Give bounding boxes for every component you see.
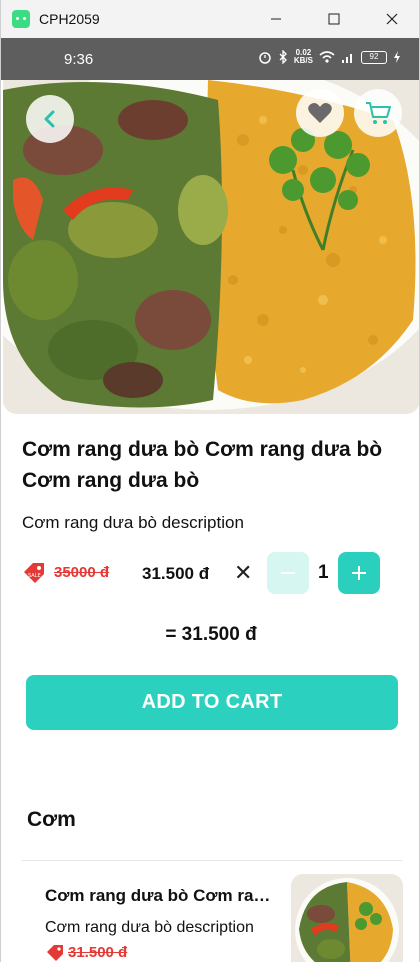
product-title: Cơm rang dưa bò Cơm rang dưa bò Cơm rang… [22, 438, 383, 492]
cart-icon [366, 102, 391, 124]
divider [22, 860, 402, 861]
price-quantity-row: SALE 35000 đ 31.500 đ ✕ 1 [22, 552, 402, 594]
plus-icon [352, 566, 366, 580]
sale-tag-icon: SALE [24, 563, 44, 583]
alarm-icon [259, 52, 271, 64]
close-button[interactable] [363, 0, 419, 38]
app-window: CPH2059 9:36 0.02 KB/S 92 Cơm rang dưa b… [0, 0, 420, 962]
bluetooth-icon [279, 50, 287, 64]
wifi-icon [319, 51, 335, 63]
total-price: = 31.500 đ [165, 624, 257, 645]
chevron-left-icon [44, 110, 55, 128]
quantity-value: 1 [318, 562, 329, 583]
charging-icon [394, 51, 400, 63]
section-title: Cơm [27, 808, 76, 831]
food-thumbnail [291, 874, 403, 962]
related-item-title: Cơm rang dưa bò Cơm rang dưa bò Cơm rang… [45, 886, 275, 905]
related-item-old-price: 31.500 đ [68, 944, 128, 961]
network-speed: 0.02 KB/S [293, 48, 313, 65]
increase-quantity-button[interactable] [338, 552, 380, 594]
multiply-sign: ✕ [234, 560, 253, 585]
decrease-quantity-button[interactable] [267, 552, 309, 594]
back-button[interactable] [26, 95, 74, 143]
favorite-button[interactable] [296, 89, 344, 137]
product-image [3, 80, 419, 414]
minimize-icon [271, 18, 281, 20]
related-item-image [291, 874, 403, 962]
heart-icon [308, 103, 332, 123]
product-description: Cơm rang dưa bò description [22, 513, 244, 532]
status-time: 9:36 [64, 51, 94, 68]
svg-text:SALE: SALE [28, 573, 41, 579]
maximize-button[interactable] [305, 0, 363, 38]
current-price: 31.500 đ [142, 564, 210, 583]
old-price: 35000 đ [54, 564, 110, 581]
minimize-button[interactable] [247, 0, 305, 38]
window-titlebar: CPH2059 [1, 0, 419, 38]
sale-tag-icon [47, 945, 63, 961]
maximize-icon [328, 13, 340, 25]
add-to-cart-button[interactable]: ADD TO CART [26, 675, 398, 730]
related-item-description: Cơm rang dưa bò description [45, 919, 254, 936]
android-icon [12, 10, 30, 28]
status-bar: 9:36 0.02 KB/S 92 [1, 38, 419, 80]
battery-indicator: 92 [361, 50, 387, 64]
window-title: CPH2059 [39, 11, 100, 27]
close-icon [386, 13, 398, 25]
minus-icon [281, 572, 295, 574]
cart-button[interactable] [354, 89, 402, 137]
signal-icon [342, 54, 352, 63]
